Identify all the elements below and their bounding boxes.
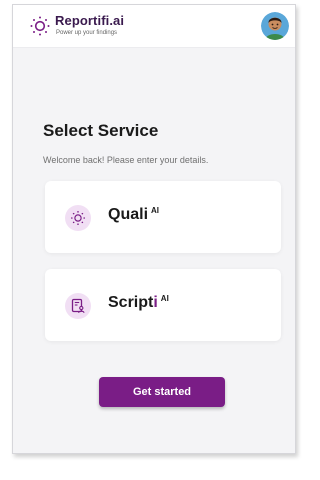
service-label-quali: Quali AI (108, 206, 159, 224)
service-card-quali[interactable]: Quali AI (45, 181, 281, 253)
brand-name: Reportifi.ai (55, 13, 125, 28)
service-name: Script (108, 294, 154, 311)
service-label-scripti: Scripti AI (108, 294, 169, 312)
get-started-button[interactable]: Get started (99, 377, 225, 407)
ai-superscript: AI (151, 206, 160, 215)
ai-superscript: AI (160, 294, 169, 303)
avatar-icon (261, 12, 289, 40)
page-subtitle: Welcome back! Please enter your details. (43, 155, 209, 165)
service-card-scripti[interactable]: Scripti AI (45, 269, 281, 341)
quali-icon-badge (65, 205, 91, 231)
service-name-accent: i (153, 294, 158, 311)
sun-dots-icon (71, 211, 85, 225)
top-bar: Reportifi.ai Power up your findings (13, 5, 295, 48)
scripti-icon-badge (65, 293, 91, 319)
service-name: Quali (108, 206, 149, 223)
sun-dots-icon (30, 16, 50, 36)
brand-tagline: Power up your findings (56, 30, 118, 36)
document-user-icon (71, 298, 85, 314)
page-title: Select Service (43, 121, 159, 140)
user-avatar[interactable] (261, 12, 289, 40)
app-window: Reportifi.ai Power up your findings Sele… (12, 4, 296, 454)
